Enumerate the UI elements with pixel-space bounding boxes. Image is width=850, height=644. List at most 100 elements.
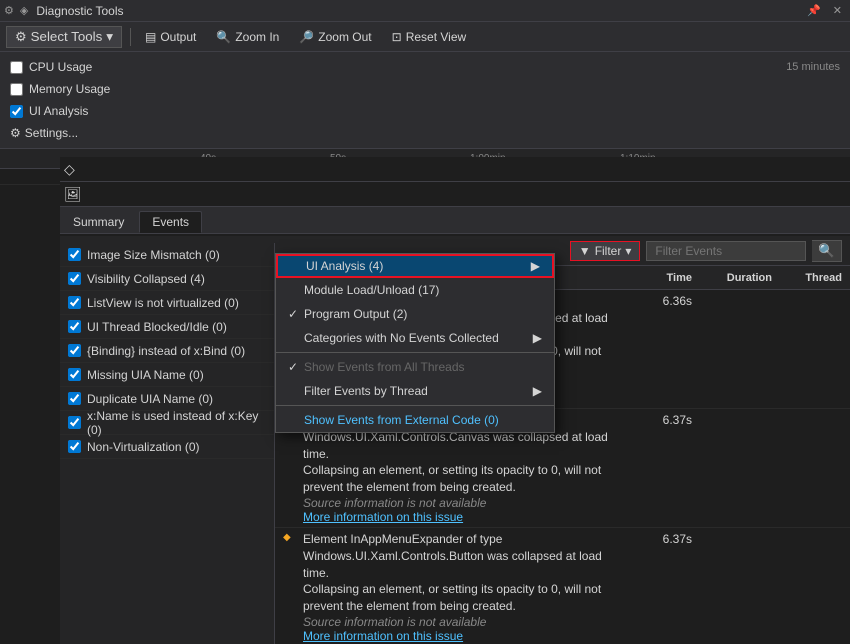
duplicate-uia-label: Duplicate UIA Name (0) (87, 392, 213, 406)
dropdown-external-code[interactable]: Show Events from External Code (0) (276, 408, 554, 432)
filter-button[interactable]: ▼ Filter ▾ (570, 241, 641, 261)
binding-label: {Binding} instead of x:Bind (0) (87, 344, 245, 358)
duplicate-uia-checkbox[interactable] (68, 392, 81, 405)
non-virtualization-checkbox[interactable] (68, 440, 81, 453)
filter-search-button[interactable]: 🔍 (812, 240, 842, 262)
arrow-icon: ▶ (533, 384, 542, 398)
tools-panel: CPU Usage 15 minutes Memory Usage UI Ana… (0, 52, 850, 149)
sidebar-item-non-virtualization: Non-Virtualization (0) (60, 435, 274, 459)
cpu-usage-label[interactable]: CPU Usage (29, 60, 92, 74)
dropdown-all-threads-label: Show Events from All Threads (304, 360, 465, 374)
memory-usage-checkbox[interactable] (10, 83, 23, 96)
sidebar-item-duplicate-uia: Duplicate UIA Name (0) (60, 387, 274, 411)
tabs-bar: Summary Events (60, 207, 850, 234)
dropdown-external-code-label: Show Events from External Code (0) (304, 413, 499, 427)
dropdown-menu: UI Analysis (4) ▶ Module Load/Unload (17… (275, 253, 555, 433)
cpu-usage-checkbox[interactable] (10, 61, 23, 74)
tab-events[interactable]: Events (139, 211, 202, 233)
ui-thread-checkbox[interactable] (68, 320, 81, 333)
diamond-icon: ◇ (64, 161, 75, 178)
zoom-in-button[interactable]: 🔍 Zoom In (210, 28, 285, 46)
ui-thread-label: UI Thread Blocked/Idle (0) (87, 320, 227, 334)
visibility-collapsed-checkbox[interactable] (68, 272, 81, 285)
toolbar-separator (130, 28, 131, 46)
event-subtext: Collapsing an element, or setting its op… (303, 462, 622, 496)
event-more-link[interactable]: More information on this issue (303, 510, 622, 524)
select-tools-label: Select Tools (31, 29, 103, 44)
ui-analysis-row: UI Analysis (8, 100, 842, 122)
title-bar-icons: ⚙ ◈ (4, 4, 28, 17)
dropdown-no-events[interactable]: Categories with No Events Collected ▶ (276, 326, 554, 350)
dropdown-all-threads: ✓ Show Events from All Threads (276, 355, 554, 379)
warning-icon: ◆ (283, 532, 299, 543)
zoom-out-button[interactable]: 🔎 Zoom Out (293, 28, 377, 46)
settings-label: Settings... (25, 126, 78, 140)
output-button[interactable]: ▤ Output (139, 28, 202, 46)
gear-icon: ⚙ (15, 29, 27, 45)
ui-analysis-label[interactable]: UI Analysis (29, 104, 88, 118)
title-bar-right: 📌 ✕ (803, 4, 846, 17)
reset-view-button[interactable]: ⊡ Reset View (386, 28, 473, 46)
dropdown-separator (276, 405, 554, 406)
filter-dropdown-icon: ▾ (625, 244, 631, 258)
dropdown-filter-thread-label: Filter Events by Thread (304, 384, 428, 398)
tab-summary[interactable]: Summary (60, 211, 137, 233)
pin-btn[interactable]: 📌 (803, 4, 825, 17)
toolbar: ⚙ Select Tools ▾ ▤ Output 🔍 Zoom In 🔎 Zo… (0, 22, 850, 52)
image-icon: 🖼 (64, 186, 82, 203)
memory-usage-label[interactable]: Memory Usage (29, 82, 110, 96)
listview-virtualized-label: ListView is not virtualized (0) (87, 296, 239, 310)
output-icon: ▤ (145, 30, 156, 44)
dropdown-module-load-label: Module Load/Unload (17) (304, 283, 439, 297)
event-text: Element InAppMenuExpander of type Window… (303, 531, 622, 581)
th-duration: Duration (700, 272, 780, 284)
title-bar: ⚙ ◈ Diagnostic Tools 📌 ✕ (0, 0, 850, 22)
sidebar-item-xname: x:Name is used instead of x:Key (0) (60, 411, 274, 435)
memory-usage-row: Memory Usage (8, 78, 842, 100)
left-sidebar: Image Size Mismatch (0) Visibility Colla… (60, 243, 275, 644)
uia-name-label: Missing UIA Name (0) (87, 368, 204, 382)
xname-checkbox[interactable] (68, 416, 81, 429)
filter-icon: ▼ (579, 244, 591, 258)
image-mismatch-checkbox[interactable] (68, 248, 81, 261)
checkmark-icon: ✓ (288, 307, 304, 321)
sidebar-item-uia-name: Missing UIA Name (0) (60, 363, 274, 387)
dropdown-arrow-icon: ▾ (106, 29, 113, 45)
event-time: 6.36s (622, 293, 692, 308)
dropdown-ui-analysis-label: UI Analysis (4) (306, 259, 383, 273)
zoom-out-icon: 🔎 (299, 30, 314, 44)
gear-icon: ⚙ (4, 4, 14, 17)
binding-checkbox[interactable] (68, 344, 81, 357)
cpu-usage-row: CPU Usage 15 minutes (8, 56, 842, 78)
dropdown-ui-analysis[interactable]: UI Analysis (4) ▶ (276, 254, 554, 278)
close-btn[interactable]: ✕ (829, 4, 846, 17)
settings-icon: ⚙ (10, 126, 21, 140)
ui-analysis-checkbox[interactable] (10, 105, 23, 118)
sidebar-item-binding: {Binding} instead of x:Bind (0) (60, 339, 274, 363)
dropdown-filter-thread[interactable]: Filter Events by Thread ▶ (276, 379, 554, 403)
zoom-in-icon: 🔍 (216, 30, 231, 44)
reset-icon: ⊡ (392, 30, 402, 44)
listview-virtualized-checkbox[interactable] (68, 296, 81, 309)
xname-label: x:Name is used instead of x:Key (0) (87, 409, 266, 437)
title-bar-title: Diagnostic Tools (36, 4, 123, 18)
sidebar-item-listview-virtualized: ListView is not virtualized (0) (60, 291, 274, 315)
dropdown-separator (276, 352, 554, 353)
dropdown-module-load[interactable]: Module Load/Unload (17) (276, 278, 554, 302)
event-source: Source information is not available (303, 496, 622, 510)
dropdown-program-output[interactable]: ✓ Program Output (2) (276, 302, 554, 326)
event-source: Source information is not available (303, 615, 622, 629)
dropdown-no-events-label: Categories with No Events Collected (304, 331, 499, 345)
uia-name-checkbox[interactable] (68, 368, 81, 381)
image-mismatch-label: Image Size Mismatch (0) (87, 248, 220, 262)
event-more-link[interactable]: More information on this issue (303, 629, 622, 643)
filter-search-input[interactable] (646, 241, 806, 261)
event-content: Element InAppMenuExpander of type Window… (303, 531, 622, 643)
icon-row-2: 🖼 (60, 182, 850, 207)
sidebar-item-image-mismatch: Image Size Mismatch (0) (60, 243, 274, 267)
pin-icon: ◈ (20, 4, 28, 17)
settings-row[interactable]: ⚙ Settings... (8, 122, 842, 144)
select-tools-button[interactable]: ⚙ Select Tools ▾ (6, 26, 122, 48)
event-subtext: Collapsing an element, or setting its op… (303, 581, 622, 615)
dropdown-program-output-label: Program Output (2) (304, 307, 407, 321)
